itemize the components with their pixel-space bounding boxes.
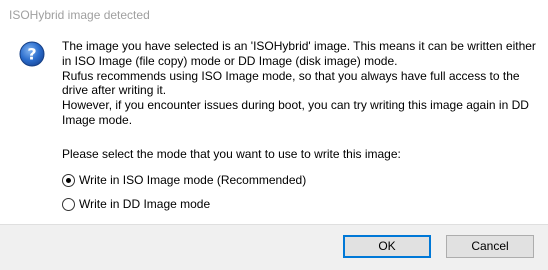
mode-prompt: Please select the mode that you want to … — [62, 147, 401, 161]
window-title: ISOHybrid image detected — [9, 8, 150, 22]
isohybrid-dialog: ISOHybrid image detected ? The image you… — [0, 0, 548, 270]
radio-button-selected[interactable] — [62, 173, 75, 187]
message-line: Image mode. — [62, 112, 133, 127]
cancel-button[interactable]: Cancel — [446, 235, 534, 258]
message-line: drive after writing it. — [62, 83, 167, 98]
iso-mode-label[interactable]: Write in ISO Image mode (Recommended) — [79, 173, 306, 187]
message-line: The image you have selected is an 'ISOHy… — [62, 39, 536, 53]
ok-button[interactable]: OK — [343, 235, 431, 258]
message-line: Rufus recommends using ISO Image mode, s… — [62, 68, 520, 83]
message-text: The image you have selected is an 'ISOHy… — [62, 39, 542, 128]
dd-mode-label[interactable]: Write in DD Image mode — [79, 197, 210, 211]
message-line: in ISO Image (file copy) mode or DD Imag… — [62, 53, 398, 68]
button-bar: OK Cancel — [0, 224, 548, 270]
iso-mode-radio[interactable]: Write in ISO Image mode (Recommended) — [62, 173, 306, 187]
dd-mode-radio[interactable]: Write in DD Image mode — [62, 197, 210, 211]
title-bar[interactable]: ISOHybrid image detected — [0, 0, 548, 30]
radio-dot — [66, 177, 71, 183]
radio-button[interactable] — [62, 197, 75, 211]
message-line: However, if you encounter issues during … — [62, 98, 529, 113]
question-glyph: ? — [27, 45, 36, 64]
question-icon: ? — [19, 41, 45, 67]
